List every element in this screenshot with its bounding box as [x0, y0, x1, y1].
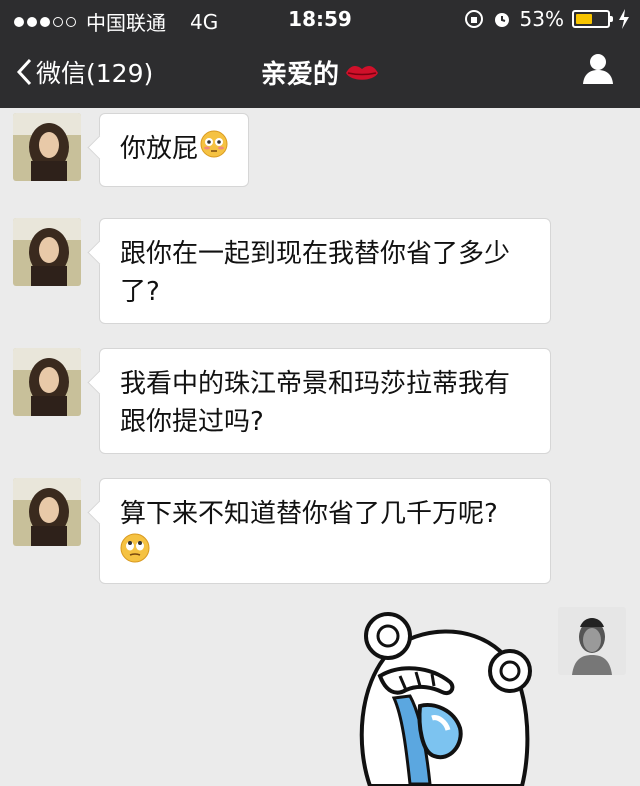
message-text-line: 算下来不知道替你省了几千万呢?: [120, 499, 498, 529]
message-bubble[interactable]: 跟你在一起到现在我替你省了多少 了?: [99, 218, 551, 324]
message-text: 你放屁: [120, 134, 199, 164]
battery-percent: 53%: [519, 7, 564, 31]
chat-header: 微信(129) 亲爱的: [0, 38, 640, 108]
crying-bear-facepalm-sticker[interactable]: [350, 606, 540, 786]
charging-bolt-icon: [619, 9, 629, 29]
contact-avatar[interactable]: [13, 113, 81, 181]
contact-avatar[interactable]: [13, 348, 81, 416]
message-bubble[interactable]: 算下来不知道替你省了几千万呢?: [99, 478, 551, 584]
alarm-icon: [494, 13, 509, 27]
message-text-line: 了?: [120, 277, 160, 307]
message-bubble[interactable]: 你放屁: [99, 113, 249, 187]
person-icon: [583, 54, 613, 84]
contact-avatar[interactable]: [13, 218, 81, 286]
status-bar: 中国联通 4G 18:59 53%: [0, 0, 640, 38]
message-text-line: 我看中的珠江帝景和玛莎拉蒂我有: [120, 369, 511, 399]
message-bubble[interactable]: 我看中的珠江帝景和玛莎拉蒂我有 跟你提过吗?: [99, 348, 551, 454]
chat-title: 亲爱的: [0, 54, 640, 91]
contact-avatar[interactable]: [13, 478, 81, 546]
eye-roll-face-icon: [120, 533, 150, 574]
my-avatar[interactable]: [558, 607, 626, 675]
flushed-face-icon: [200, 130, 228, 169]
profile-button[interactable]: [582, 52, 614, 88]
message-text-line: 跟你提过吗?: [120, 407, 264, 437]
lips-icon: [346, 65, 378, 80]
rotation-lock-icon: [464, 10, 483, 28]
battery-icon: [572, 10, 613, 28]
status-right: 53%: [464, 7, 630, 31]
message-text-line: 跟你在一起到现在我替你省了多少: [120, 239, 511, 269]
contact-name: 亲爱的: [260, 60, 339, 90]
